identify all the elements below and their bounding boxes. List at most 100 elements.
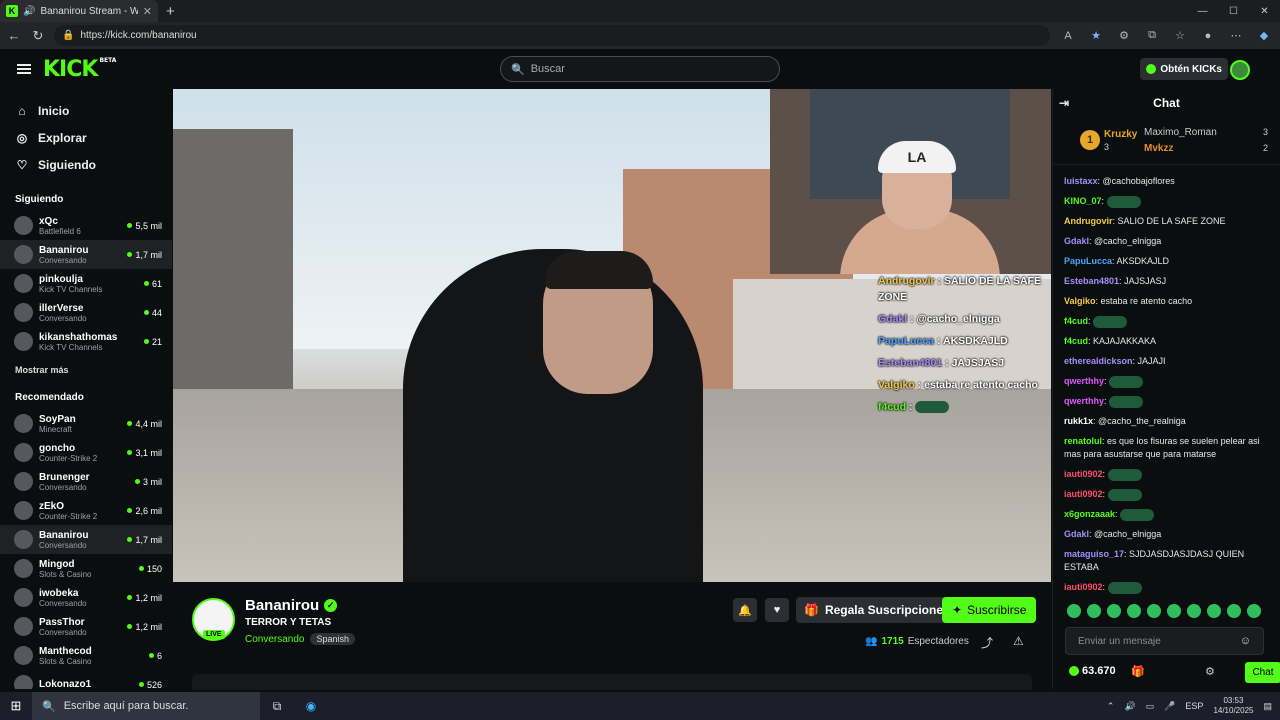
chat-username[interactable]: f4cud bbox=[1064, 336, 1088, 346]
chat-username[interactable]: f4cud bbox=[1064, 316, 1088, 326]
emote-icon[interactable] bbox=[1127, 604, 1141, 618]
sidebar-channel[interactable]: Mingod Slots & Casino 150 bbox=[0, 554, 172, 583]
sidebar-channel[interactable]: goncho Counter-Strike 2 3,1 mil bbox=[0, 438, 172, 467]
chat-username[interactable]: qwerthhy bbox=[1064, 376, 1104, 386]
kick-logo[interactable]: KICK BETA bbox=[43, 57, 116, 82]
clock[interactable]: 03:53 14/10/2025 bbox=[1213, 696, 1253, 716]
sidebar-channel[interactable]: PassThor Conversando 1,2 mil bbox=[0, 612, 172, 641]
kicks-balance[interactable]: 63.670 bbox=[1069, 665, 1116, 677]
emote-icon[interactable] bbox=[1187, 604, 1201, 618]
chat-username[interactable]: etherealdickson bbox=[1064, 356, 1133, 366]
show-more-link[interactable]: Mostrar más bbox=[0, 360, 172, 380]
gift-box-icon[interactable]: 🎁 bbox=[1131, 665, 1145, 678]
chat-input[interactable]: Enviar un mensaje ☺ bbox=[1065, 627, 1264, 655]
chat-username[interactable]: Gdakl bbox=[1064, 236, 1089, 246]
chat-username[interactable]: x6gonzaaak bbox=[1064, 509, 1115, 519]
emoji-picker-icon[interactable]: ☺ bbox=[1240, 635, 1251, 647]
sidebar-channel[interactable]: kikanshathomas Kick TV Channels 21 bbox=[0, 327, 172, 356]
sidebar-channel[interactable]: Brunenger Conversando 3 mil bbox=[0, 467, 172, 496]
collapse-chat-icon[interactable]: ⇥ bbox=[1059, 96, 1069, 110]
leader-second-name[interactable]: Maximo_Roman bbox=[1144, 127, 1217, 138]
chat-username[interactable]: renatolul bbox=[1064, 436, 1102, 446]
streamer-name[interactable]: Bananirou ✓ bbox=[245, 597, 338, 614]
chat-username[interactable]: iauti0902 bbox=[1064, 489, 1103, 499]
get-kicks-button[interactable]: Obtén KICKs bbox=[1140, 58, 1228, 80]
hamburger-menu-icon[interactable] bbox=[17, 64, 31, 74]
speaker-icon[interactable]: 🔊 bbox=[23, 6, 35, 17]
emote-icon[interactable] bbox=[1107, 604, 1121, 618]
search-input[interactable]: 🔍 Buscar bbox=[500, 56, 780, 82]
split-icon[interactable]: ⧉ bbox=[1142, 29, 1162, 42]
chat-username[interactable]: KINO_07 bbox=[1064, 196, 1102, 206]
more-icon[interactable]: ⋯ bbox=[1226, 29, 1246, 42]
windows-start-icon[interactable]: ⊞ bbox=[0, 698, 32, 714]
profile-icon[interactable]: ● bbox=[1198, 30, 1218, 42]
user-avatar[interactable] bbox=[1230, 60, 1250, 80]
collections-icon[interactable]: ☆ bbox=[1170, 29, 1190, 42]
nav-home[interactable]: ⌂ Inicio bbox=[0, 97, 172, 124]
copilot-icon[interactable]: ◆ bbox=[1254, 29, 1274, 42]
volume-icon[interactable]: 🔊 bbox=[1124, 701, 1135, 712]
read-aloud-icon[interactable]: A bbox=[1058, 30, 1078, 42]
subscribe-button[interactable]: ✦ Suscribirse bbox=[942, 597, 1037, 623]
sidebar-channel[interactable]: Bananirou Conversando 1,7 mil bbox=[0, 525, 172, 554]
minimize-icon[interactable]: — bbox=[1187, 6, 1218, 17]
leader-first-name[interactable]: Kruzky bbox=[1104, 129, 1137, 140]
extensions-icon[interactable]: ⚙ bbox=[1114, 29, 1134, 42]
chat-username[interactable]: iauti0902 bbox=[1064, 582, 1103, 592]
keyboard-language[interactable]: ESP bbox=[1185, 701, 1203, 711]
emote-icon[interactable] bbox=[1147, 604, 1161, 618]
browser-tab[interactable]: K 🔊 Bananirou Stream - Watch L ✕ bbox=[0, 0, 158, 22]
maximize-icon[interactable]: ☐ bbox=[1218, 6, 1249, 17]
send-chat-button[interactable]: Chat bbox=[1245, 662, 1280, 683]
emote-icon[interactable] bbox=[1087, 604, 1101, 618]
notifications-icon[interactable]: ▤ bbox=[1263, 701, 1272, 712]
chat-username[interactable]: luistaxx bbox=[1064, 176, 1098, 186]
nav-explore[interactable]: ◎ Explorar bbox=[0, 124, 172, 151]
chat-username[interactable]: Gdakl bbox=[1064, 529, 1089, 539]
emote-icon[interactable] bbox=[1227, 604, 1241, 618]
sidebar-channel[interactable]: illerVerse Conversando 44 bbox=[0, 298, 172, 327]
sidebar-channel[interactable]: xQc Battlefield 6 5,5 mil bbox=[0, 211, 172, 240]
follow-heart-button[interactable]: ♥ bbox=[765, 598, 789, 622]
sidebar-channel[interactable]: pinkoulja Kick TV Channels 61 bbox=[0, 269, 172, 298]
stream-category[interactable]: Conversando bbox=[245, 634, 304, 645]
chat-username[interactable]: mataguiso_17 bbox=[1064, 549, 1124, 559]
leader-third-name[interactable]: Mvkzz bbox=[1144, 143, 1173, 154]
close-window-icon[interactable]: ✕ bbox=[1249, 6, 1280, 17]
chat-username[interactable]: iauti0902 bbox=[1064, 469, 1103, 479]
notification-bell-button[interactable]: 🔔 bbox=[733, 598, 757, 622]
video-player[interactable]: LA Andrugovir : SALIO DE LA SAFE ZONE Gda… bbox=[173, 89, 1051, 582]
chat-username[interactable]: PapuLucca bbox=[1064, 256, 1112, 266]
language-tag[interactable]: Spanish bbox=[310, 633, 356, 645]
favorite-icon[interactable]: ★ bbox=[1086, 29, 1106, 42]
url-field[interactable]: 🔒 https://kick.com/bananirou bbox=[54, 25, 1050, 46]
nav-following[interactable]: ♡ Siguiendo bbox=[0, 151, 172, 178]
emote-icon[interactable] bbox=[1167, 604, 1181, 618]
emote-icon[interactable] bbox=[1067, 604, 1081, 618]
sidebar-channel[interactable]: SoyPan Minecraft 4,4 mil bbox=[0, 409, 172, 438]
chat-settings-icon[interactable]: ⚙ bbox=[1205, 665, 1215, 678]
report-warning-icon[interactable]: ⚠ bbox=[1013, 634, 1024, 648]
emote-icon[interactable] bbox=[1207, 604, 1221, 618]
network-icon[interactable]: ▭ bbox=[1146, 701, 1155, 712]
chat-username[interactable]: Valgiko bbox=[1064, 296, 1096, 306]
refresh-icon[interactable]: ↻ bbox=[30, 28, 46, 44]
chat-username[interactable]: Esteban4801 bbox=[1064, 276, 1119, 286]
emote-icon[interactable] bbox=[1247, 604, 1261, 618]
mic-icon[interactable]: 🎤 bbox=[1164, 701, 1175, 712]
chat-username[interactable]: Andrugovir bbox=[1064, 216, 1113, 226]
back-icon[interactable]: ← bbox=[6, 28, 22, 43]
gift-subs-button[interactable]: 🎁 Regala Suscripciones bbox=[796, 597, 958, 623]
share-icon[interactable]: ⤴ bbox=[981, 634, 993, 651]
new-tab-icon[interactable]: + bbox=[166, 3, 175, 20]
chat-username[interactable]: rukk1x bbox=[1064, 416, 1093, 426]
sidebar-channel[interactable]: Lokonazo1 526 bbox=[0, 670, 172, 689]
chat-username[interactable]: qwerthhy bbox=[1064, 396, 1104, 406]
sidebar-channel[interactable]: zEkO Counter-Strike 2 2,6 mil bbox=[0, 496, 172, 525]
close-tab-icon[interactable]: ✕ bbox=[143, 5, 152, 18]
taskbar-search[interactable]: 🔍 Escribe aquí para buscar. bbox=[32, 692, 260, 720]
sidebar-channel[interactable]: Bananirou Conversando 1,7 mil bbox=[0, 240, 172, 269]
edge-browser-icon[interactable]: ◉ bbox=[294, 699, 328, 713]
sidebar-channel[interactable]: Manthecod Slots & Casino 6 bbox=[0, 641, 172, 670]
